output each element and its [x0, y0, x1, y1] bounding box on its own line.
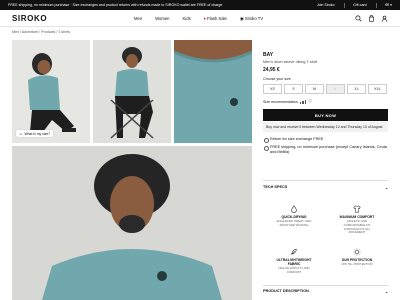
product-image-1[interactable] [12, 40, 90, 143]
promo-bar: FREE shipping, no minimum purchase · Siz… [0, 0, 400, 10]
size-option-l[interactable]: L [326, 84, 345, 94]
feature-sun-protection: SUN PROTECTION UPF 50+ PROTECTION [336, 248, 378, 267]
chevron-down-icon: ⌄ [384, 186, 388, 190]
gift-card-link[interactable]: Gift card [353, 3, 367, 7]
promo-message: FREE shipping, no minimum purchase · Siz… [8, 3, 223, 7]
logo[interactable]: SIROKO [12, 14, 47, 23]
nav-siroko-tv[interactable]: ◉Siroko TV [240, 16, 263, 22]
currency-selector[interactable]: €€ ▾ [385, 3, 392, 7]
size-option-xxl[interactable]: XXL [368, 84, 387, 94]
main-nav: Men Women Kids ♦Flash Sale ◉Siroko TV [134, 10, 263, 27]
nav-flash-sale[interactable]: ♦Flash Sale [204, 16, 227, 21]
size-option-xl[interactable]: XL [347, 84, 366, 94]
return-option[interactable]: Return for size exchange FREE [264, 137, 388, 144]
join-link[interactable]: Join Siroko [317, 3, 335, 7]
flame-icon: ♦ [203, 16, 207, 21]
size-guide-button[interactable]: ☺ What is my size? [16, 130, 54, 137]
product-image-2[interactable] [93, 40, 171, 143]
product-subtitle: Men's short sleeve hiking T-shirt [263, 60, 318, 64]
search-icon[interactable] [355, 15, 362, 22]
nav-women[interactable]: Women [155, 16, 169, 21]
feature-maximum-comfort: MAXIMUM COMFORT ATHLETIC AND COMFORTABLE… [336, 205, 378, 235]
shipping-options: Return for size exchange FREE FREE shipp… [263, 137, 388, 156]
size-chart-icon [299, 99, 307, 104]
feature-ultralightweight: ULTRALIGHTWEIGHT FABRIC HIGH ELASTICITY … [273, 248, 315, 275]
site-header: SIROKO Men Women Kids ♦Flash Sale ◉Sirok… [0, 10, 400, 27]
shipping-option[interactable]: FREE shipping, no minimum purchase (exce… [264, 145, 388, 155]
feather-icon [291, 248, 297, 255]
product-title: BAY [263, 52, 274, 58]
size-option-s[interactable]: S [284, 84, 303, 94]
divider [263, 180, 388, 181]
droplet-icon [291, 205, 297, 213]
chevron-down-icon: ⌄ [384, 290, 388, 294]
size-option-xs[interactable]: XS [263, 84, 282, 94]
product-image-main[interactable] [12, 146, 252, 300]
person-icon: ☺ [19, 131, 23, 136]
buy-now-button[interactable]: BUY NOW [263, 109, 388, 121]
info-icon[interactable]: ⓘ [308, 99, 312, 104]
shirt-icon [353, 205, 361, 213]
nav-men[interactable]: Men [134, 16, 142, 21]
breadcrumb[interactable]: Men / Adventure / Products / T-shirts [12, 30, 70, 34]
size-option-m[interactable]: M [305, 84, 324, 94]
tech-specs-header[interactable]: TECH SPECS ⌄ [263, 185, 388, 190]
divider [375, 2, 377, 8]
product-image-3[interactable] [174, 40, 252, 143]
product-price: 24,95 € [263, 67, 280, 73]
delivery-note: Buy now and receive it between Wednesday… [263, 122, 388, 132]
account-icon[interactable] [381, 15, 388, 22]
nav-kids[interactable]: Kids [183, 16, 191, 21]
cart-icon[interactable] [368, 15, 375, 22]
product-description-header[interactable]: PRODUCT DESCRIPTION ⌄ [263, 289, 388, 294]
product-info: BAY Men's short sleeve hiking T-shirt 24… [263, 52, 388, 159]
size-recommendation[interactable]: Size recommendation ⓘ [263, 99, 388, 104]
choose-size-label: Choose your size [263, 77, 291, 81]
location-pin-icon: ◉ [239, 15, 244, 21]
divider [263, 285, 388, 286]
divider [343, 2, 345, 8]
feature-quick-drying: QUICK-DRYING ENHANCED SWEAT- AND MOISTUR… [273, 205, 315, 228]
sun-icon [353, 248, 361, 256]
size-selector: XS S M L XL XXL [263, 84, 388, 94]
